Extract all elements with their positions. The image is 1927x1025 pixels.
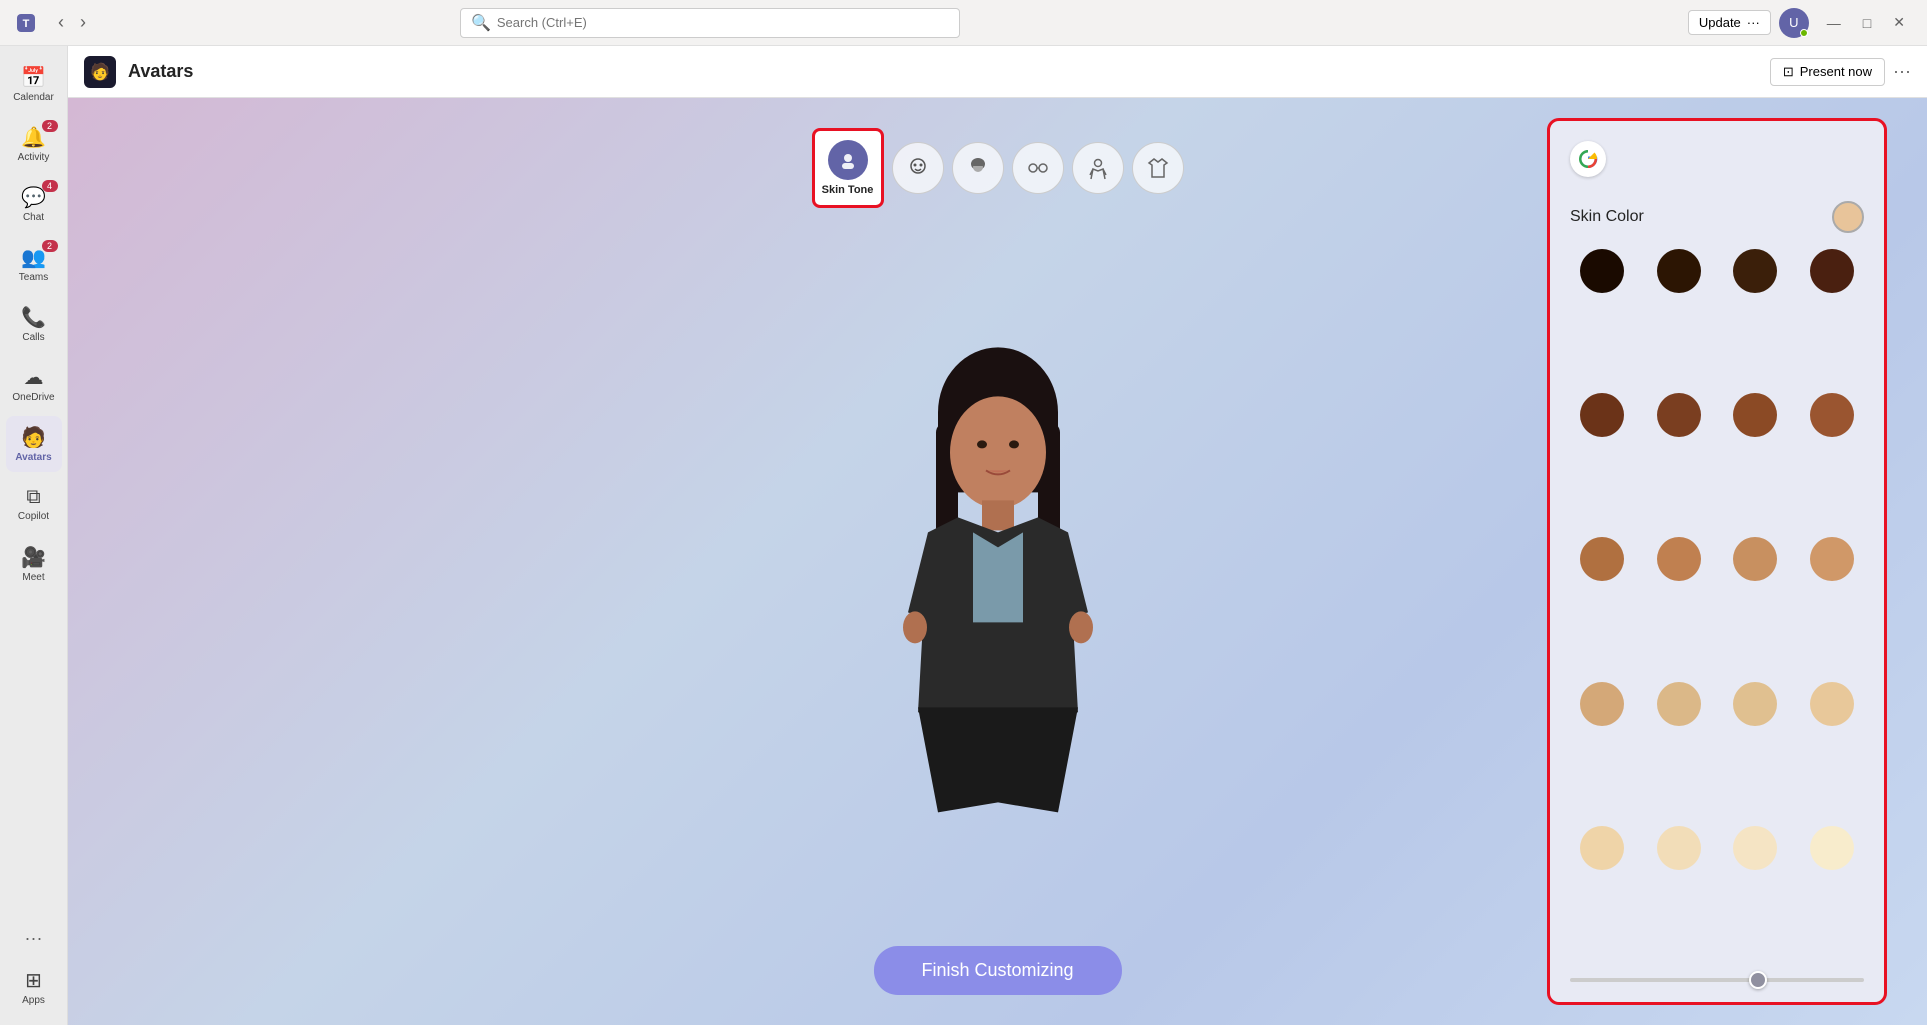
- nav-buttons: ‹ ›: [52, 8, 92, 37]
- color-swatch-4[interactable]: [1810, 249, 1854, 293]
- sidebar-item-onedrive[interactable]: ☁ OneDrive: [6, 356, 62, 412]
- avatar-canvas: Skin Tone: [68, 98, 1927, 1025]
- skin-color-grid: [1570, 249, 1864, 958]
- sidebar-item-meet[interactable]: 🎥 Meet: [6, 536, 62, 592]
- color-swatch-18[interactable]: [1657, 826, 1701, 870]
- skin-color-header-row: Skin Color: [1570, 201, 1864, 233]
- meet-icon: 🎥: [21, 545, 46, 570]
- color-swatch-17[interactable]: [1580, 826, 1624, 870]
- toolbar-clothing[interactable]: [1132, 142, 1184, 194]
- calls-icon: 📞: [21, 305, 46, 330]
- color-swatch-3[interactable]: [1733, 249, 1777, 293]
- more-options-dots[interactable]: ···: [25, 928, 43, 949]
- color-swatch-13[interactable]: [1580, 682, 1624, 726]
- skin-color-panel: Skin Color: [1547, 118, 1887, 1005]
- avatar-display: [848, 312, 1148, 832]
- color-swatch-9[interactable]: [1580, 537, 1624, 581]
- back-button[interactable]: ‹: [52, 8, 70, 37]
- sidebar-item-chat[interactable]: 💬 Chat 4: [6, 176, 62, 232]
- color-swatch-1[interactable]: [1580, 249, 1624, 293]
- skin-color-label: Skin Color: [1570, 208, 1644, 226]
- color-swatch-16[interactable]: [1810, 682, 1854, 726]
- present-now-icon: ⊡: [1783, 64, 1794, 80]
- color-swatch-14[interactable]: [1657, 682, 1701, 726]
- color-swatch-6[interactable]: [1657, 393, 1701, 437]
- sidebar-item-calls[interactable]: 📞 Calls: [6, 296, 62, 352]
- color-swatch-5[interactable]: [1580, 393, 1624, 437]
- toolbar-accessories[interactable]: [1012, 142, 1064, 194]
- chat-badge: 4: [42, 180, 58, 192]
- sidebar-item-apps[interactable]: ⊞ Apps: [6, 959, 62, 1015]
- color-swatch-15[interactable]: [1733, 682, 1777, 726]
- activity-badge: 2: [42, 120, 58, 132]
- color-swatch-10[interactable]: [1657, 537, 1701, 581]
- app-header: 🧑 Avatars ⊡ Present now ···: [68, 46, 1927, 98]
- copilot-icon: ⧉: [26, 486, 40, 509]
- maximize-button[interactable]: □: [1853, 10, 1881, 35]
- teams-logo: T: [12, 9, 40, 37]
- color-swatch-11[interactable]: [1733, 537, 1777, 581]
- update-button[interactable]: Update ···: [1688, 10, 1771, 35]
- close-button[interactable]: ✕: [1883, 10, 1915, 35]
- avatars-icon: 🧑: [21, 425, 46, 450]
- search-bar[interactable]: 🔍: [460, 8, 960, 38]
- search-input[interactable]: [497, 15, 949, 30]
- skin-tone-icon: [828, 140, 868, 180]
- sidebar-item-avatars[interactable]: 🧑 Avatars: [6, 416, 62, 472]
- teams-badge: 2: [42, 240, 58, 252]
- search-icon: 🔍: [471, 13, 491, 33]
- apps-icon: ⊞: [25, 968, 42, 993]
- sidebar: 📅 Calendar 🔔 Activity 2 💬 Chat 4 👥 Teams…: [0, 46, 68, 1025]
- color-swatch-8[interactable]: [1810, 393, 1854, 437]
- google-icon: [1570, 141, 1606, 177]
- sidebar-item-calendar[interactable]: 📅 Calendar: [6, 56, 62, 112]
- color-swatch-7[interactable]: [1733, 393, 1777, 437]
- customization-toolbar: Skin Tone: [812, 128, 1184, 208]
- sidebar-item-teams[interactable]: 👥 Teams 2: [6, 236, 62, 292]
- skin-tone-slider-row: [1570, 978, 1864, 982]
- minimize-button[interactable]: —: [1817, 10, 1851, 35]
- finish-customizing-button[interactable]: Finish Customizing: [873, 946, 1121, 995]
- current-skin-swatch[interactable]: [1832, 201, 1864, 233]
- toolbar-face[interactable]: [892, 142, 944, 194]
- color-swatch-20[interactable]: [1810, 826, 1854, 870]
- sidebar-item-copilot[interactable]: ⧉ Copilot: [6, 476, 62, 532]
- online-status-dot: [1800, 29, 1808, 37]
- present-now-button[interactable]: ⊡ Present now: [1770, 58, 1885, 86]
- main-content: 🧑 Avatars ⊡ Present now ··· Skin Tone: [68, 46, 1927, 1025]
- skin-panel-header: [1570, 141, 1864, 177]
- window-controls: — □ ✕: [1817, 10, 1915, 35]
- toolbar-skin-tone[interactable]: Skin Tone: [812, 128, 884, 208]
- titlebar-right: Update ··· U — □ ✕: [1688, 8, 1915, 38]
- more-options-button[interactable]: ···: [1893, 61, 1911, 82]
- color-swatch-2[interactable]: [1657, 249, 1701, 293]
- svg-text:T: T: [23, 18, 30, 30]
- titlebar: T ‹ › 🔍 Update ··· U — □ ✕: [0, 0, 1927, 46]
- skin-tone-slider[interactable]: [1570, 978, 1864, 982]
- app-header-actions: ⊡ Present now ···: [1770, 58, 1911, 86]
- avatar-svg: [858, 332, 1138, 832]
- toolbar-hair[interactable]: [952, 142, 1004, 194]
- color-swatch-19[interactable]: [1733, 826, 1777, 870]
- sidebar-item-activity[interactable]: 🔔 Activity 2: [6, 116, 62, 172]
- color-swatch-12[interactable]: [1810, 537, 1854, 581]
- app-header-icon: 🧑: [84, 56, 116, 88]
- user-avatar[interactable]: U: [1779, 8, 1809, 38]
- calendar-icon: 📅: [21, 65, 46, 90]
- onedrive-icon: ☁: [24, 365, 44, 390]
- toolbar-body[interactable]: [1072, 142, 1124, 194]
- page-title: Avatars: [128, 61, 193, 82]
- forward-button[interactable]: ›: [74, 8, 92, 37]
